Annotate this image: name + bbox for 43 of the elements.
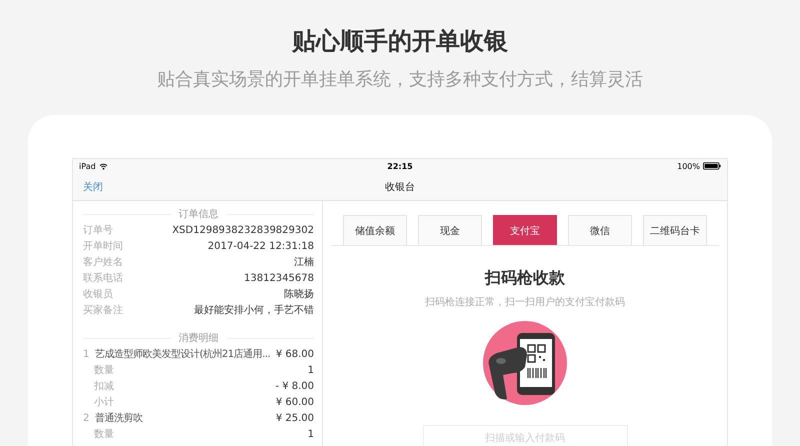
field-value: 江楠 (294, 256, 314, 269)
detail-label: 小计 (93, 396, 114, 409)
item-name: 艺成造型师欧美发型设计(杭州21店通用... (95, 348, 272, 361)
field-value: XSD1298938232839829302 (172, 224, 314, 236)
field-value: 2017-04-22 12:31:18 (208, 240, 314, 252)
detail-value: 1 (308, 428, 314, 440)
detail-label: 数量 (93, 364, 114, 377)
detail-value: 1 (308, 364, 314, 376)
payment-tab[interactable]: 微信 (568, 215, 632, 245)
device-label: iPad (79, 162, 96, 170)
field-label: 买家备注 (83, 304, 123, 317)
payment-tab[interactable]: 二维码台卡 (643, 215, 707, 245)
field-label: 开单时间 (83, 240, 123, 253)
field-value: 13812345678 (244, 272, 314, 284)
wifi-icon (98, 162, 108, 170)
payment-tab[interactable]: 现金 (418, 215, 482, 245)
scan-title: 扫码枪收款 (485, 268, 565, 289)
field-label: 收银员 (83, 288, 113, 301)
status-time: 22:15 (387, 162, 413, 170)
field-value: 最好能安排小何，手艺不错 (194, 304, 314, 317)
item-price: ¥ 25.00 (276, 412, 314, 424)
payment-tab[interactable]: 储值余额 (343, 215, 407, 245)
item-number: 1 (83, 348, 90, 360)
section-title: 消费明细 (178, 332, 218, 345)
section-title: 订单信息 (178, 208, 218, 221)
item-name: 普通洗剪吹 (95, 412, 144, 425)
detail-value: ¥ 60.00 (276, 396, 314, 408)
detail-value: - ¥ 8.00 (275, 380, 314, 392)
field-label: 订单号 (83, 224, 113, 237)
payment-tab[interactable]: 支付宝 (493, 215, 557, 245)
item-number: 2 (83, 412, 90, 424)
battery-icon (703, 162, 721, 170)
subheadline: 贴合真实场景的开单挂单系统，支持多种支付方式，结算灵活 (157, 68, 643, 91)
field-label: 客户姓名 (83, 256, 123, 269)
detail-label: 扣减 (93, 380, 114, 393)
nav-title: 收银台 (385, 180, 415, 194)
battery-percent: 100% (677, 162, 700, 170)
detail-label: 数量 (93, 428, 114, 441)
headline: 贴心顺手的开单收银 (292, 26, 508, 57)
item-price: ¥ 68.00 (276, 348, 314, 360)
scan-hint: 扫码枪连接正常，扫一扫用户的支付宝付款码 (425, 296, 625, 309)
field-value: 陈晓扬 (284, 288, 314, 301)
field-label: 联系电话 (83, 272, 123, 285)
